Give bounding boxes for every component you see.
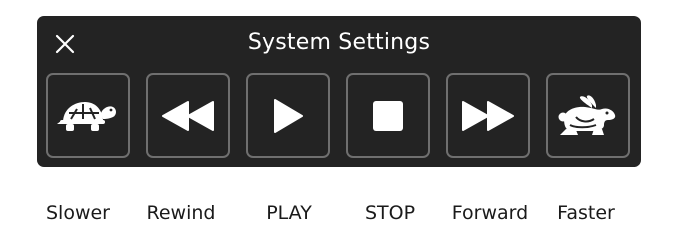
forward-button[interactable] bbox=[446, 73, 530, 158]
rabbit-icon bbox=[558, 94, 616, 135]
turtle-icon bbox=[57, 101, 116, 131]
faster-label: Faster bbox=[557, 202, 615, 224]
forward-label: Forward bbox=[451, 202, 529, 224]
faster-button[interactable] bbox=[546, 73, 630, 158]
stop-icon bbox=[373, 100, 403, 131]
panel-title: System Settings bbox=[247, 30, 431, 55]
slower-label: Slower bbox=[45, 202, 110, 224]
stop-button[interactable] bbox=[346, 73, 430, 158]
control-labels: Slower Rewind PLAY STOP Forward Faster bbox=[0, 198, 680, 228]
play-button[interactable] bbox=[246, 73, 330, 158]
rewind-button[interactable] bbox=[146, 73, 230, 158]
rewind-icon bbox=[162, 100, 214, 131]
slower-button[interactable] bbox=[46, 73, 130, 158]
play-icon bbox=[274, 98, 303, 133]
play-label: PLAY bbox=[266, 202, 312, 224]
stage: System Settings Slower Rewind PLAY STOP … bbox=[0, 0, 680, 248]
rewind-label: Rewind bbox=[146, 202, 216, 224]
stop-label: STOP bbox=[364, 202, 416, 224]
settings-panel: System Settings bbox=[37, 16, 641, 167]
playback-controls bbox=[46, 73, 632, 158]
fast-forward-icon bbox=[462, 100, 514, 131]
